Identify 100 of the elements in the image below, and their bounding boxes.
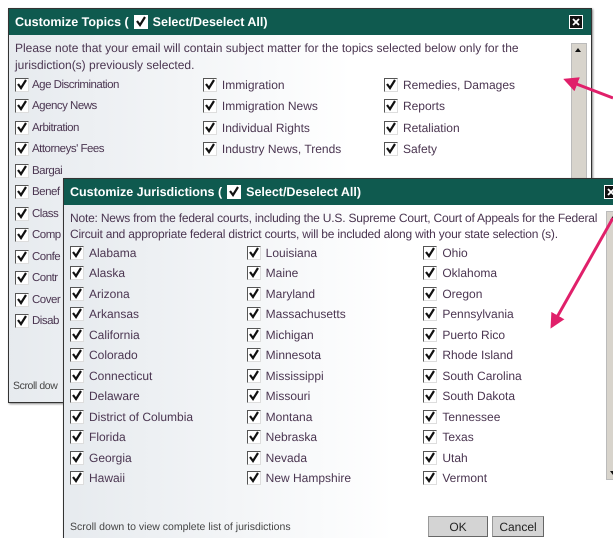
checkbox[interactable]: [70, 450, 84, 465]
checkbox-label[interactable]: Michigan: [266, 328, 314, 342]
checkbox[interactable]: [15, 292, 29, 307]
checkbox-label[interactable]: Comp: [32, 229, 61, 242]
checkbox[interactable]: [246, 368, 261, 383]
checkbox-label[interactable]: Attorneys' Fees: [32, 143, 104, 156]
checkbox[interactable]: [70, 471, 84, 486]
checkbox[interactable]: [15, 185, 29, 200]
checkbox[interactable]: [246, 307, 261, 322]
select-all-label[interactable]: Select/Deselect All): [246, 185, 361, 199]
checkbox-label[interactable]: Individual Rights: [222, 120, 310, 135]
checkbox[interactable]: [70, 266, 84, 280]
checkbox-label[interactable]: Disab: [32, 315, 59, 328]
checkbox[interactable]: [246, 450, 261, 465]
checkbox-label[interactable]: Confe: [32, 250, 60, 263]
checkbox-label[interactable]: Delaware: [89, 389, 140, 404]
checkbox-label[interactable]: Class: [32, 208, 58, 220]
checkbox-label[interactable]: Louisiana: [266, 246, 318, 260]
checkbox[interactable]: [423, 389, 438, 404]
checkbox[interactable]: [202, 120, 217, 135]
checkbox-label[interactable]: Oklahoma: [442, 266, 498, 280]
ok-button[interactable]: OK: [428, 516, 488, 537]
checkbox[interactable]: [423, 328, 438, 342]
checkbox[interactable]: [70, 286, 84, 301]
checkbox[interactable]: [15, 120, 29, 135]
checkbox-label[interactable]: Nebraska: [266, 430, 318, 444]
checkbox-label[interactable]: Oregon: [442, 286, 482, 301]
checkbox-label[interactable]: Minnesota: [266, 348, 322, 362]
checkbox-label[interactable]: South Carolina: [442, 368, 522, 383]
checkbox-label[interactable]: Immigration News: [222, 99, 318, 114]
checkbox-label[interactable]: Alaska: [89, 266, 126, 280]
cancel-button[interactable]: Cancel: [492, 516, 544, 537]
checkbox-label[interactable]: Connecticut: [89, 368, 152, 383]
checkbox-label[interactable]: Reports: [402, 99, 445, 114]
checkbox-label[interactable]: Missouri: [266, 389, 310, 404]
checkbox-label[interactable]: Remedies, Damages: [402, 78, 515, 92]
checkbox[interactable]: [246, 266, 261, 280]
checkbox[interactable]: [202, 99, 217, 114]
checkbox[interactable]: [423, 286, 438, 301]
checkbox-label[interactable]: Tennessee: [442, 410, 500, 424]
checkbox[interactable]: [423, 471, 438, 486]
checkbox[interactable]: [70, 430, 84, 444]
checkbox-label[interactable]: Massachusetts: [266, 307, 346, 322]
checkbox-label[interactable]: Maine: [266, 266, 298, 280]
checkbox-label[interactable]: Arizona: [89, 286, 130, 301]
checkbox-label[interactable]: Industry News, Trends: [222, 142, 342, 156]
checkbox[interactable]: [15, 228, 29, 242]
checkbox-label[interactable]: Benef: [32, 186, 60, 198]
checkbox-label[interactable]: Contr: [32, 272, 58, 284]
checkbox[interactable]: [246, 286, 261, 301]
checkbox[interactable]: [246, 328, 261, 342]
checkbox-label[interactable]: Age Discrimination: [32, 78, 119, 91]
checkbox[interactable]: [423, 410, 438, 424]
checkbox-label[interactable]: Texas: [442, 430, 474, 444]
checkbox[interactable]: [15, 78, 29, 92]
checkbox-label[interactable]: Puerto Rico: [442, 328, 506, 342]
checkbox[interactable]: [246, 430, 261, 444]
checkbox-label[interactable]: Vermont: [442, 471, 488, 486]
checkbox[interactable]: [423, 368, 438, 383]
checkbox[interactable]: [246, 389, 261, 404]
checkbox[interactable]: [423, 266, 438, 280]
close-icon[interactable]: [569, 15, 583, 29]
checkbox-label[interactable]: Ohio: [442, 246, 468, 260]
checkbox-label[interactable]: Nevada: [266, 450, 308, 465]
checkbox[interactable]: [246, 471, 261, 486]
checkbox-label[interactable]: California: [89, 328, 140, 342]
checkbox-label[interactable]: Florida: [89, 430, 126, 444]
checkbox-label[interactable]: Safety: [402, 142, 437, 156]
checkbox[interactable]: [15, 99, 29, 114]
checkbox-label[interactable]: Maryland: [266, 286, 316, 301]
checkbox[interactable]: [246, 410, 261, 424]
checkbox-label[interactable]: New Hampshire: [266, 471, 352, 486]
checkbox-label[interactable]: Mississippi: [266, 368, 324, 383]
checkbox-label[interactable]: Retaliation: [402, 120, 460, 135]
checkbox[interactable]: [70, 389, 84, 404]
checkbox-label[interactable]: Rhode Island: [442, 348, 514, 362]
checkbox[interactable]: [384, 120, 398, 135]
checkbox[interactable]: [423, 450, 438, 465]
checkbox-label[interactable]: Pennsylvania: [442, 307, 514, 322]
checkbox[interactable]: [15, 164, 29, 178]
checkbox[interactable]: [384, 78, 398, 92]
checkbox[interactable]: [246, 348, 261, 362]
checkbox[interactable]: [15, 271, 29, 286]
checkbox[interactable]: [70, 246, 84, 260]
checkbox[interactable]: [15, 206, 29, 221]
checkbox[interactable]: [15, 142, 29, 156]
checkbox[interactable]: [15, 250, 29, 264]
checkbox[interactable]: [70, 328, 84, 342]
checkbox-label[interactable]: Utah: [442, 450, 468, 465]
checkbox-label[interactable]: Montana: [266, 410, 312, 424]
checkbox[interactable]: [384, 99, 398, 114]
checkbox-label[interactable]: Bargai: [32, 164, 62, 177]
checkbox[interactable]: [423, 246, 438, 260]
checkbox-label[interactable]: Arkansas: [89, 307, 140, 322]
checkbox[interactable]: [70, 348, 84, 362]
checkbox[interactable]: [423, 307, 438, 322]
checkbox-label[interactable]: Agency News: [32, 100, 97, 112]
checkbox[interactable]: [246, 246, 261, 260]
select-all-label[interactable]: Select/Deselect All): [152, 15, 268, 29]
checkbox[interactable]: [423, 430, 438, 444]
